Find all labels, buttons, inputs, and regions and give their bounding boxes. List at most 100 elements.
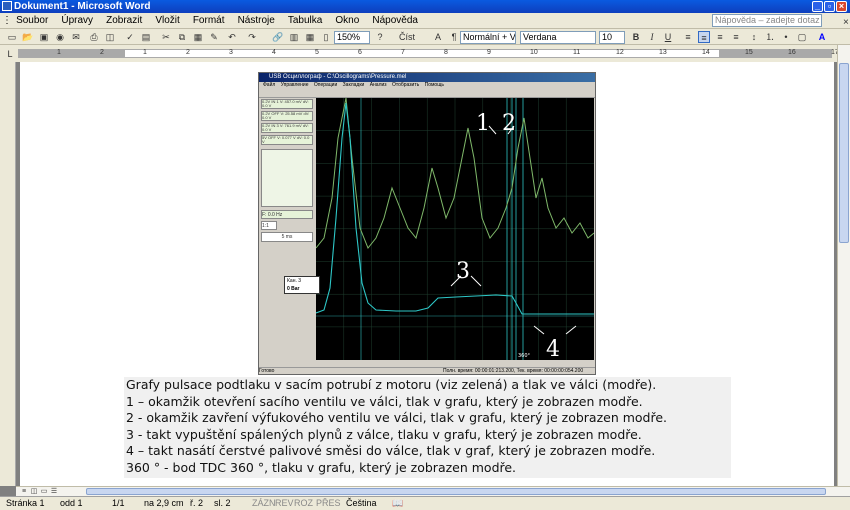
menu-nastroje[interactable]: Nástroje (233, 13, 280, 29)
channel-tooltip: Кан. 3 0 Bar (284, 276, 320, 294)
maximize-button[interactable]: ▫ (824, 1, 835, 12)
caption-text[interactable]: Grafy pulsace podtlaku v sacím potrubí z… (124, 377, 731, 478)
undo-icon[interactable]: ↶ (226, 31, 238, 43)
osc-menu-item: Помощь (424, 82, 444, 88)
menu-grip: ⋮ (2, 15, 12, 26)
copy-icon[interactable]: ⧉ (176, 31, 188, 43)
channel-3: 0.2V IN 3 V: 761.9 mV dV: 0.0 V (261, 123, 313, 133)
osc-waveforms: 1 234360° (315, 97, 595, 362)
osc-title: USB Осциллограф - C:\Oscillograms\Pressu… (259, 73, 595, 82)
status-section: odd 1 (60, 498, 83, 508)
caption-line: 4 – takt nasátí čerstvé palivové směsi d… (126, 443, 656, 459)
style-select[interactable]: Normální + Verd (460, 31, 516, 44)
email-icon[interactable]: ✉ (70, 31, 82, 43)
print-icon[interactable]: ⎙ (88, 31, 100, 43)
horizontal-ruler: L 12123456789101112131415161718 (0, 45, 850, 62)
menu-zobrazit[interactable]: Zobrazit (101, 13, 147, 29)
channel-1: 0.2V IN 1 V: 457.0 mV dV: 0.0 V (261, 99, 313, 109)
ruler-number: 15 (745, 49, 753, 56)
caption-line: Grafy pulsace podtlaku v sacím potrubí z… (126, 377, 657, 392)
osc-menu-item: Закладки (342, 82, 365, 88)
vertical-scrollbar[interactable] (837, 45, 850, 486)
tables-icon[interactable]: ▥ (288, 31, 300, 43)
status-ovr[interactable]: PŘES (316, 497, 341, 510)
osc-menu: Файл Управление Операции Закладки Анализ… (259, 82, 595, 89)
justify-icon[interactable]: ≡ (730, 31, 742, 43)
font-color-icon[interactable]: A (816, 31, 828, 43)
read-button[interactable]: Číst (392, 31, 422, 43)
hscroll-thumb[interactable] (86, 488, 826, 495)
osc-plot: 1 2 3 4 360° (315, 97, 595, 362)
status-position: na 2,9 cm (144, 498, 184, 508)
italic-button[interactable]: I (646, 31, 658, 43)
tab-stop-icon[interactable]: L (4, 48, 16, 60)
ruler-number: 10 (530, 49, 538, 56)
ruler-number: 5 (315, 49, 319, 56)
format-painter-icon[interactable]: ✎ (208, 31, 220, 43)
ruler-number: 16 (788, 49, 796, 56)
menu-soubor[interactable]: Soubor (11, 13, 53, 29)
osc-menu-item: Файл (263, 82, 276, 88)
callout-label: 4 (546, 337, 560, 360)
align-right-icon[interactable]: ≡ (714, 31, 726, 43)
menu-tabulka[interactable]: Tabulka (283, 13, 327, 29)
preview-icon[interactable]: ◫ (104, 31, 116, 43)
help-icon[interactable]: ? (374, 31, 386, 43)
underline-button[interactable]: U (662, 31, 674, 43)
help-search-input[interactable]: Nápověda – zadejte dotaz (712, 14, 822, 27)
menu-okno[interactable]: Okno (330, 13, 364, 29)
ruler-bar[interactable]: 12123456789101112131415161718 (18, 49, 839, 58)
new-doc-icon[interactable]: ▭ (6, 31, 18, 43)
freq-readout: F: 0.0 Hz (261, 210, 313, 219)
menu-format[interactable]: Formát (188, 13, 230, 29)
minimize-button[interactable]: _ (812, 1, 823, 12)
spelling-status-icon[interactable]: 📖 (392, 497, 403, 510)
timebase-readout: 5 ms (261, 232, 313, 242)
paste-icon[interactable]: ▦ (192, 31, 204, 43)
line-spacing-icon[interactable]: ↕ (748, 31, 760, 43)
redo-icon[interactable]: ↷ (246, 31, 258, 43)
insert-table-icon[interactable]: ▦ (304, 31, 316, 43)
close-button[interactable]: × (836, 1, 847, 12)
osc-status-right: Полн. время: 00:00:01:213.200, Тек. врем… (443, 368, 584, 374)
ruler-number: 2 (100, 49, 104, 56)
hyperlink-icon[interactable]: 🔗 (272, 31, 284, 43)
menu-upravy[interactable]: Úpravy (56, 13, 98, 29)
scale-readout: 1:1 (261, 221, 277, 230)
callout-line (533, 325, 545, 335)
font-select[interactable]: Verdana (520, 31, 596, 44)
zoom-select[interactable]: 150% (334, 31, 370, 44)
osc-menu-item: Анализ (369, 82, 387, 88)
status-rec[interactable]: ZÁZN (252, 497, 276, 510)
permission-icon[interactable]: ◉ (54, 31, 66, 43)
channel-4: 5V OFF V: 0.077 V dV: 0.0 V (261, 135, 313, 145)
ruler-number: 2 (186, 49, 190, 56)
status-ext[interactable]: ROZ (294, 497, 313, 510)
osc-toolbar (259, 89, 595, 98)
styles-pane-icon[interactable]: ¶ (448, 31, 460, 43)
save-icon[interactable]: ▣ (38, 31, 50, 43)
tooltip-title: Кан. 3 (287, 278, 302, 284)
numbering-icon[interactable]: ⒈ (764, 31, 776, 43)
bold-button[interactable]: B (630, 31, 642, 43)
bullets-icon[interactable]: • (780, 31, 792, 43)
styles-icon[interactable]: A (432, 31, 444, 43)
open-icon[interactable]: 📂 (22, 31, 34, 43)
spelling-icon[interactable]: ✓ (124, 31, 136, 43)
scroll-thumb[interactable] (839, 63, 849, 243)
menu-vlozit[interactable]: Vložit (150, 13, 184, 29)
columns-icon[interactable]: ▯ (320, 31, 332, 43)
status-rev[interactable]: REV (275, 497, 294, 510)
status-language: Čeština (346, 498, 377, 508)
research-icon[interactable]: ▤ (140, 31, 152, 43)
align-left-icon[interactable]: ≡ (682, 31, 694, 43)
border-icon[interactable]: ▢ (796, 31, 808, 43)
ruler-number: 9 (487, 49, 491, 56)
close-doc-icon[interactable]: × (838, 15, 850, 28)
cut-icon[interactable]: ✂ (160, 31, 172, 43)
font-size-select[interactable]: 10 (599, 31, 625, 44)
horizontal-scrollbar[interactable]: ≡ ◫ ▭ ☰ (16, 486, 850, 496)
menu-napoveda[interactable]: Nápověda (367, 13, 423, 29)
status-bar: Stránka 1 odd 1 1/1 na 2,9 cm ř. 2 sl. 2… (0, 496, 850, 510)
align-center-icon[interactable]: ≡ (698, 31, 710, 43)
